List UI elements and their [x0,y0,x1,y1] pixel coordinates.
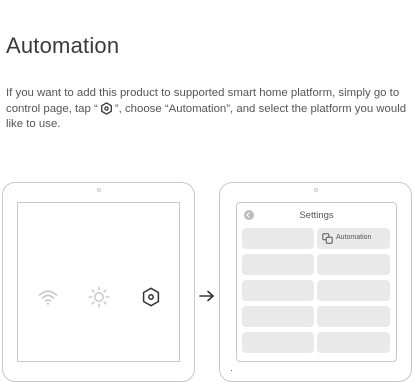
control-page-screen [17,202,180,362]
settings-tile[interactable] [242,280,314,301]
settings-tile[interactable] [242,228,314,249]
control-page-device [2,182,195,382]
arrow-right-icon [199,290,214,302]
settings-hex-icon[interactable] [142,287,160,307]
settings-page-device: Settings Automation [219,182,412,382]
sun-icon [88,286,110,308]
page-title: Automation [6,33,120,58]
settings-tile[interactable] [317,332,390,353]
settings-tile[interactable] [242,254,314,275]
settings-header: Settings [237,207,396,225]
wifi-icon [38,290,58,305]
settings-tile[interactable] [317,306,390,327]
settings-tile[interactable] [242,332,314,353]
speck [231,370,232,371]
camera-dot [313,188,318,192]
settings-title: Settings [299,210,334,221]
camera-dot [96,188,101,192]
automation-tile[interactable]: Automation [317,228,390,249]
settings-page-screen: Settings Automation [236,202,397,362]
settings-tile[interactable] [317,254,390,275]
intro-paragraph: If you want to add this product to suppo… [6,86,412,133]
automation-icon [322,233,333,244]
settings-tile[interactable] [317,280,390,301]
settings-tile[interactable] [242,306,314,327]
settings-hex-icon [100,101,112,115]
automation-label: Automation [336,234,372,241]
